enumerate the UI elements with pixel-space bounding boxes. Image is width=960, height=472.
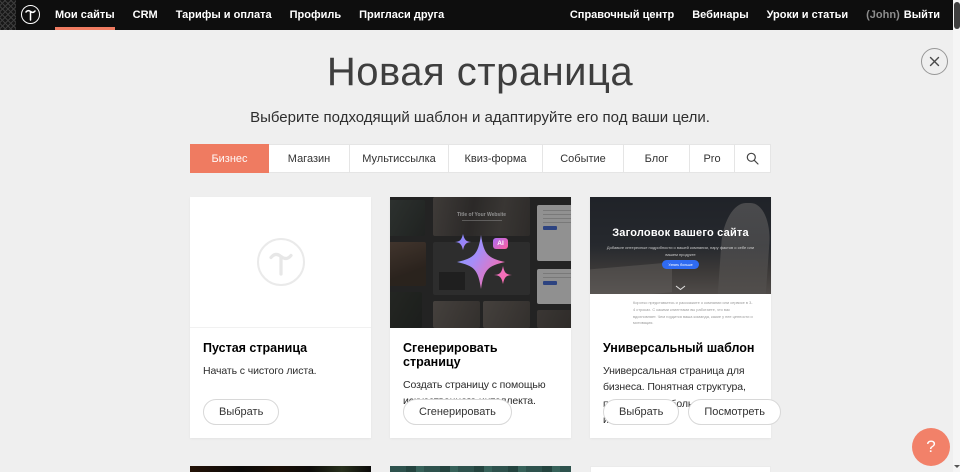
nav-item-webinars[interactable]: Вебинары [692, 0, 748, 30]
card-universal-template: Заголовок вашего сайта Добавьте интересн… [590, 197, 771, 438]
page-title: Новая страница [0, 50, 960, 95]
card-description: Начать с чистого листа. [203, 363, 358, 379]
topbar: Мои сайты CRM Тарифы и оплата Профиль Пр… [0, 0, 960, 30]
card-body: Пустая страница Начать с чистого листа. [190, 328, 371, 379]
nav-item-profile[interactable]: Профиль [290, 0, 341, 30]
generate-button[interactable]: Сгенерировать [403, 399, 512, 425]
next-template-card[interactable] [390, 466, 571, 472]
user-name: (John) [866, 9, 900, 21]
card-actions: Выбрать [203, 399, 279, 425]
ai-sparkle-icon [440, 227, 526, 301]
tab-event[interactable]: Событие [543, 144, 624, 173]
ai-generate-preview: Title of Your Website [390, 197, 571, 328]
logout-link[interactable]: Выйти [904, 9, 940, 21]
nav-item-help-center[interactable]: Справочный центр [570, 0, 674, 30]
card-generate-page: Title of Your Website [390, 197, 571, 438]
card-actions: Сгенерировать [403, 399, 512, 425]
template-cards-row: Пустая страница Начать с чистого листа. … [190, 197, 771, 438]
main-nav-right: Справочный центр Вебинары Уроки и статьи… [570, 0, 940, 30]
select-universal-button[interactable]: Выбрать [603, 399, 679, 425]
question-icon: ? [926, 437, 935, 457]
nav-item-invite-friend[interactable]: Пригласи друга [359, 0, 444, 30]
card-actions: Выбрать Посмотреть [603, 399, 781, 425]
page-subtitle: Выберите подходящий шаблон и адаптируйте… [0, 109, 960, 126]
help-button[interactable]: ? [912, 428, 950, 466]
card-title: Сгенерировать страницу [403, 341, 558, 369]
next-template-card[interactable] [190, 466, 371, 472]
tab-blog[interactable]: Блог [624, 144, 690, 173]
scrollbar-down-arrow[interactable] [954, 465, 960, 471]
tilda-logo-icon [25, 8, 36, 21]
next-templates-row [190, 466, 771, 472]
preview-universal-button[interactable]: Посмотреть [688, 399, 781, 425]
chevron-down-icon [675, 285, 686, 291]
tab-pro[interactable]: Pro [690, 144, 735, 173]
next-template-card[interactable] [590, 466, 771, 472]
nav-item-lessons[interactable]: Уроки и статьи [767, 0, 849, 30]
nav-item-crm[interactable]: CRM [133, 0, 158, 30]
ai-badge: AI [493, 238, 508, 249]
tilda-logo[interactable] [21, 5, 40, 24]
nav-item-tariffs[interactable]: Тарифы и оплата [176, 0, 272, 30]
scrollbar[interactable] [953, 0, 960, 472]
tab-shop[interactable]: Магазин [269, 144, 350, 173]
template-heading: Заголовок вашего сайта [590, 227, 771, 239]
tilda-mark-circle [257, 238, 305, 286]
template-subheading: Добавьте интересные подробности о вашей … [605, 245, 756, 259]
main-nav-left: Мои сайты CRM Тарифы и оплата Профиль Пр… [55, 0, 444, 30]
user-chunk: (John) Выйти [866, 0, 940, 30]
template-text-block: Коротко представьтесь и расскажите о ком… [590, 294, 771, 328]
tab-quiz-form[interactable]: Квиз-форма [449, 144, 543, 173]
new-page-modal-screen: Мои сайты CRM Тарифы и оплата Профиль Пр… [0, 0, 960, 472]
select-blank-button[interactable]: Выбрать [203, 399, 279, 425]
nav-item-my-sites[interactable]: Мои сайты [55, 0, 115, 30]
search-button[interactable] [735, 144, 771, 173]
template-hero-image: Заголовок вашего сайта Добавьте интересн… [590, 197, 771, 294]
scrollbar-thumb[interactable] [954, 2, 960, 29]
blank-page-preview [190, 197, 371, 328]
tab-business[interactable]: Бизнес [190, 144, 269, 173]
card-blank-page: Пустая страница Начать с чистого листа. … [190, 197, 371, 438]
search-icon [746, 152, 759, 165]
tab-multilink[interactable]: Мультиссылка [350, 144, 449, 173]
card-title: Универсальный шаблон [603, 341, 758, 355]
template-category-tabs: Бизнес Магазин Мультиссылка Квиз-форма С… [190, 144, 771, 173]
template-cta-button: Узнать больше [662, 260, 699, 269]
tilda-mark-icon [269, 249, 293, 276]
window-edge-pattern [0, 0, 16, 30]
card-title: Пустая страница [203, 341, 358, 355]
template-paragraph: Коротко представьтесь и расскажите о ком… [633, 300, 753, 327]
card-body: Сгенерировать страницу Создать страницу … [390, 328, 571, 410]
universal-template-preview: Заголовок вашего сайта Добавьте интересн… [590, 197, 771, 328]
